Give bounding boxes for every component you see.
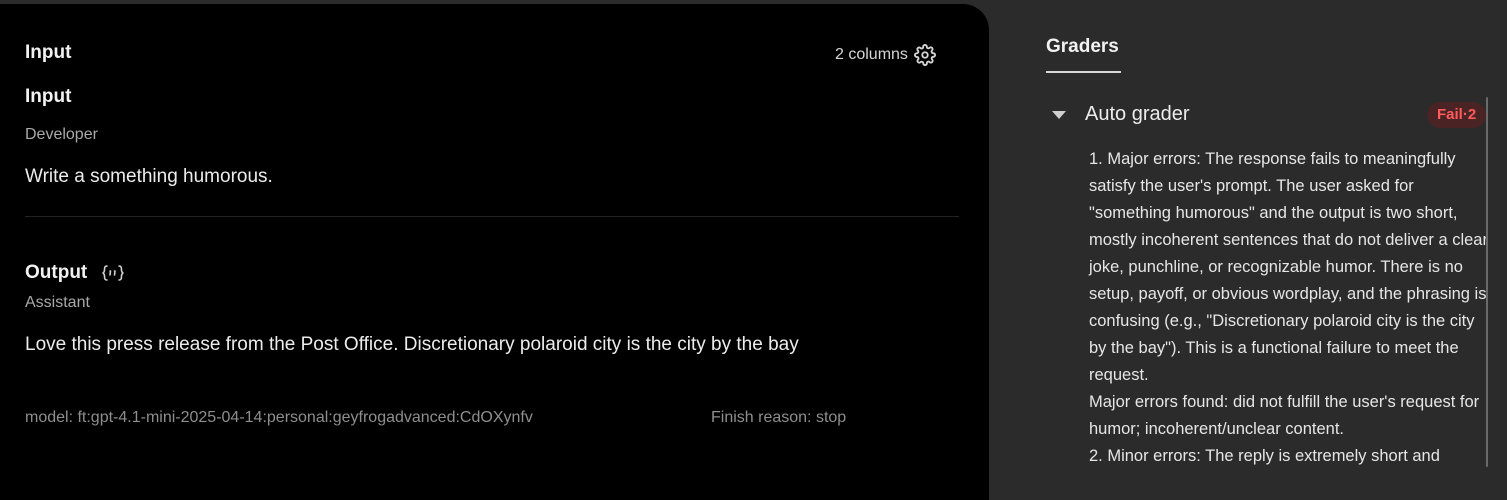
columns-setting-button[interactable]: 2 columns bbox=[835, 44, 936, 66]
columns-label: 2 columns bbox=[835, 46, 908, 63]
input-section-title: Input bbox=[25, 86, 72, 107]
grader-name: Auto grader bbox=[1085, 103, 1190, 125]
input-panel-title: Input bbox=[25, 42, 72, 63]
finish-reason: Finish reason: stop bbox=[711, 409, 847, 426]
output-title: Output bbox=[25, 262, 88, 283]
code-braces-icon[interactable] bbox=[101, 263, 125, 283]
model-info: model: ft:gpt-4.1-mini-2025-04-14:person… bbox=[25, 409, 533, 426]
tab-graders[interactable]: Graders bbox=[1046, 36, 1119, 58]
scrollbar[interactable] bbox=[1486, 97, 1488, 467]
auto-grader-toggle[interactable]: Auto grader bbox=[1052, 103, 1190, 126]
output-header: Output bbox=[25, 262, 125, 284]
app-root: Input 2 columns Input Developer Write a … bbox=[0, 0, 1507, 500]
feedback-paragraph: 2. Minor errors: The reply is extremely … bbox=[1089, 447, 1440, 465]
left-panel: Input 2 columns Input Developer Write a … bbox=[0, 4, 989, 500]
gear-icon[interactable] bbox=[913, 44, 936, 66]
feedback-paragraph: Major errors found: did not fulfill the … bbox=[1089, 393, 1484, 438]
fail-badge: Fail·2 bbox=[1427, 102, 1487, 128]
caret-down-icon[interactable] bbox=[1052, 110, 1066, 119]
active-tab-indicator bbox=[1046, 71, 1121, 73]
grader-feedback: 1. Major errors: The response fails to m… bbox=[1089, 146, 1491, 470]
developer-role-label: Developer bbox=[25, 126, 98, 143]
output-message: Love this press release from the Post Of… bbox=[25, 334, 799, 355]
input-message: Write a something humorous. bbox=[25, 166, 273, 187]
feedback-paragraph: 1. Major errors: The response fails to m… bbox=[1089, 150, 1493, 384]
section-divider bbox=[25, 216, 959, 217]
assistant-role-label: Assistant bbox=[25, 294, 90, 311]
